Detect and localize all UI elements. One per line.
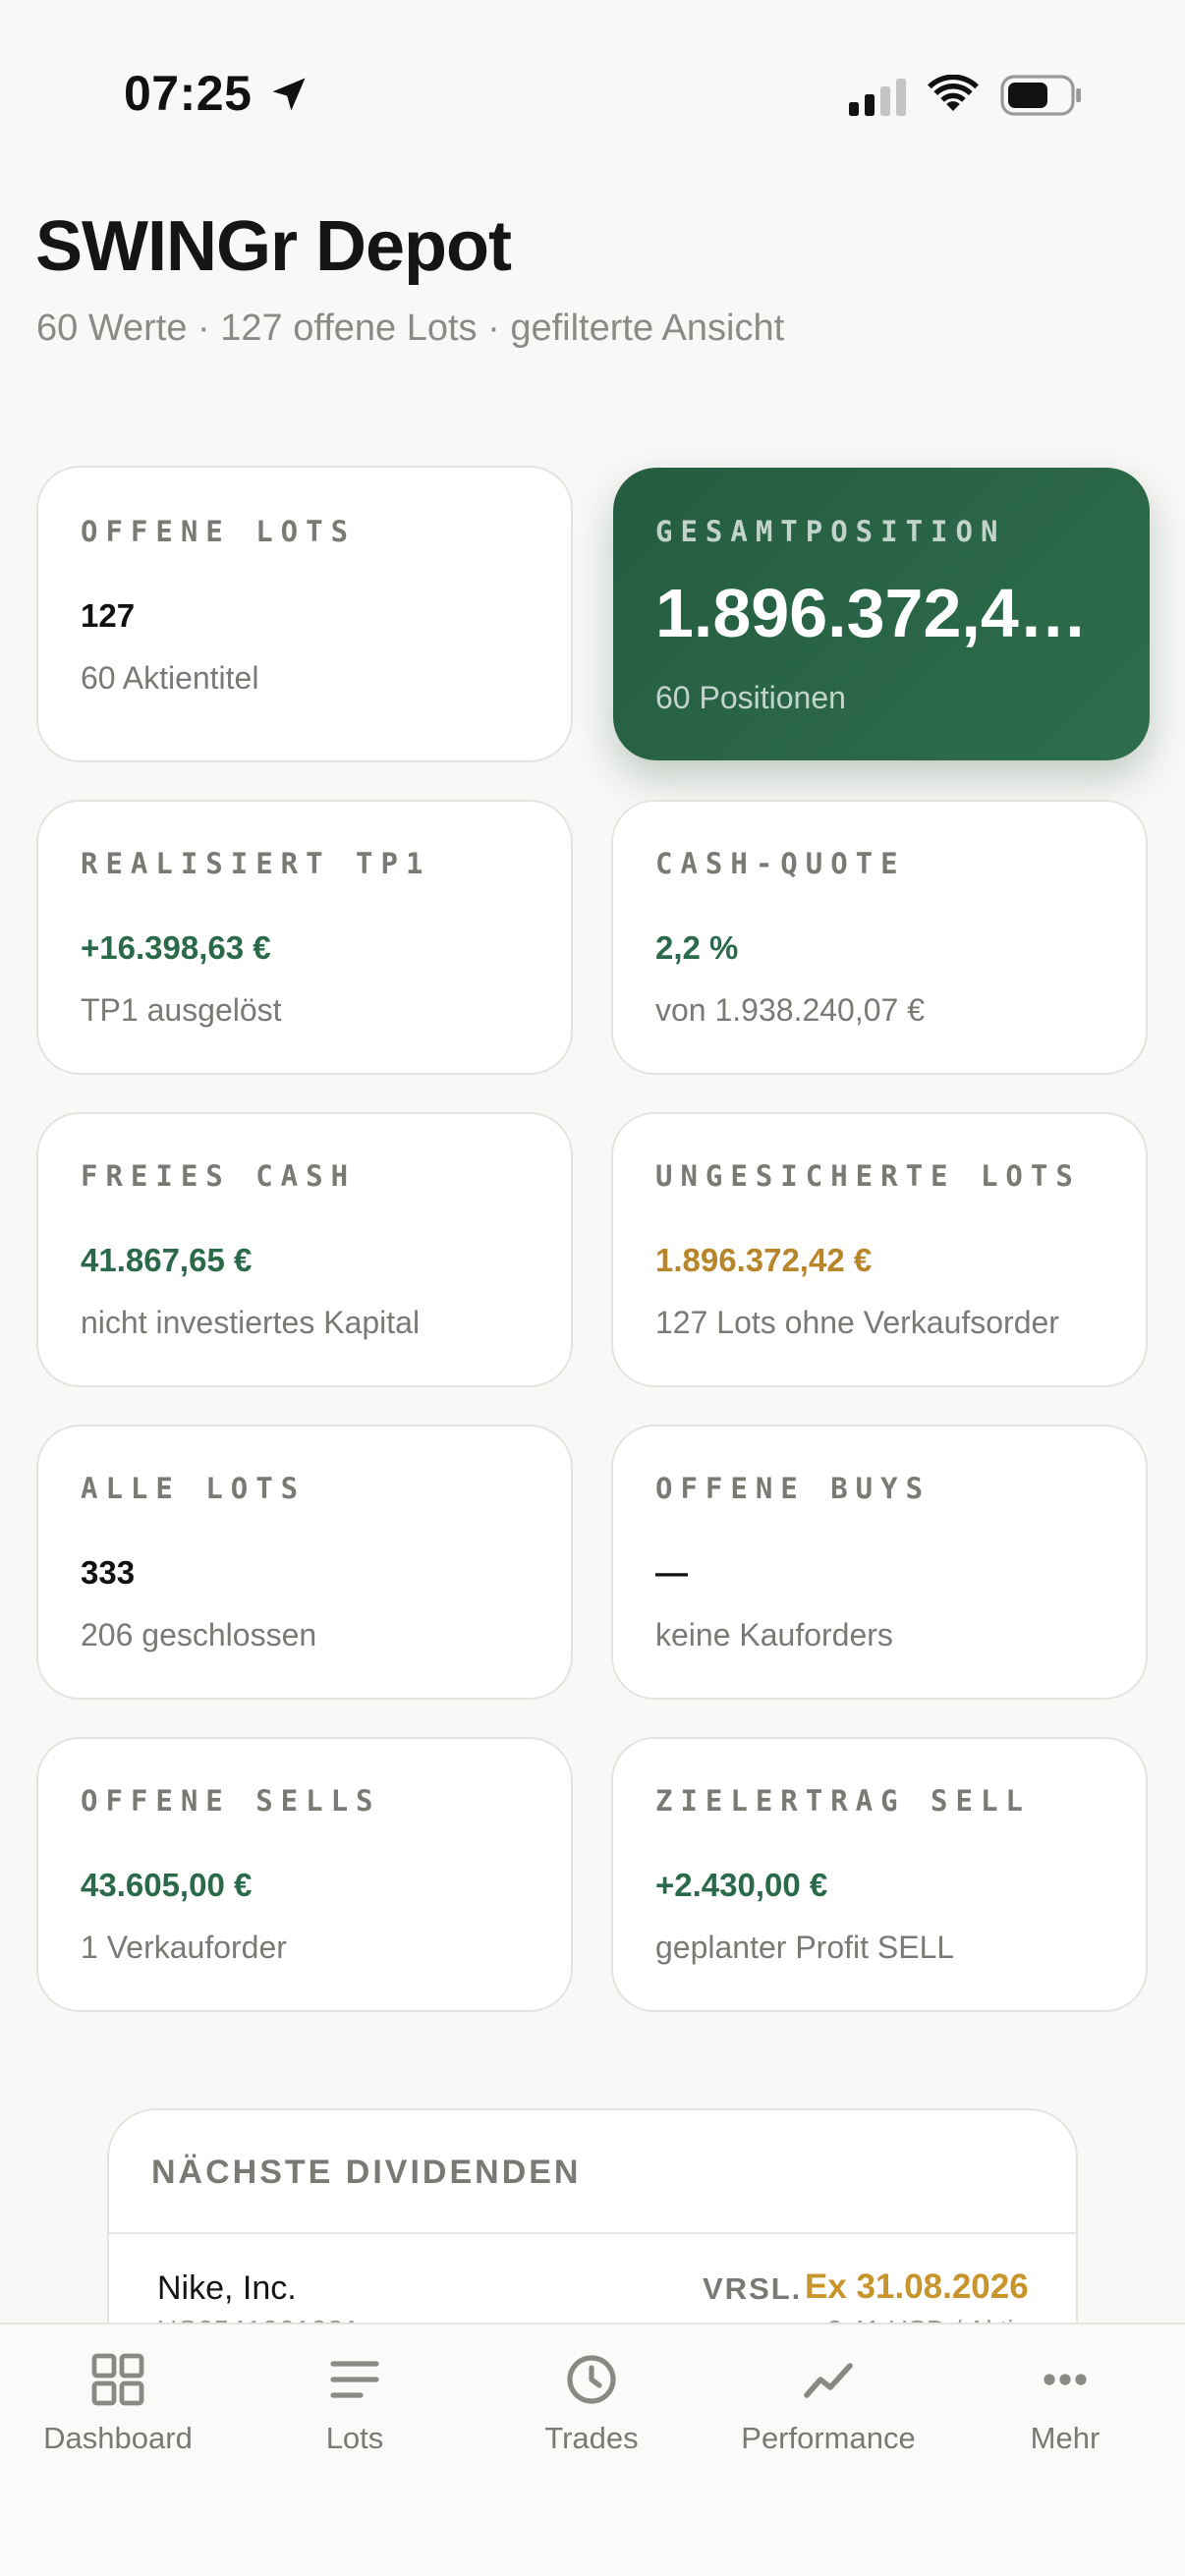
card-realisiert-tp1[interactable]: REALISIERT TP1 +16.398,63 € TP1 ausgelös… (36, 800, 573, 1075)
card-label: ZIELERTRAG SELL (655, 1784, 1031, 1818)
card-subtext: 206 geschlossen (81, 1617, 317, 1652)
card-value: 1.896.372,4… (655, 575, 1088, 651)
dividends-title: NÄCHSTE DIVIDENDEN (151, 2154, 582, 2191)
card-label: OFFENE BUYS (655, 1472, 931, 1505)
tab-label: Lots (325, 2421, 384, 2455)
card-offene-buys[interactable]: OFFENE BUYS — keine Kauforders (611, 1425, 1148, 1700)
card-ungesicherte-lots[interactable]: UNGESICHERTE LOTS 1.896.372,42 € 127 Lot… (611, 1112, 1148, 1387)
card-label: OFFENE LOTS (81, 515, 357, 548)
card-subtext: 127 Lots ohne Verkaufsorder (655, 1305, 1059, 1340)
grid-icon (91, 2353, 144, 2406)
tab-trades[interactable]: Trades (474, 2352, 709, 2470)
tab-dashboard[interactable]: Dashboard (0, 2352, 236, 2470)
card-value: 2,2 % (655, 929, 739, 966)
card-value: 43.605,00 € (81, 1867, 253, 1903)
tab-performance[interactable]: Performance (710, 2352, 946, 2470)
tab-lots[interactable]: Lots (237, 2352, 473, 2470)
card-subtext: von 1.938.240,07 € (655, 992, 926, 1028)
card-gesamtposition[interactable]: GESAMTPOSITION 1.896.372,4… 60 Positione… (613, 468, 1150, 760)
more-icon (1044, 2374, 1087, 2385)
card-alle-lots[interactable]: ALLE LOTS 333 206 geschlossen (36, 1425, 573, 1700)
card-subtext: 60 Positionen (655, 680, 846, 715)
card-zielertrag-sell[interactable]: ZIELERTRAG SELL +2.430,00 € geplanter Pr… (611, 1737, 1148, 2012)
card-value: +16.398,63 € (81, 929, 271, 966)
card-value: — (655, 1554, 688, 1591)
list-icon (330, 2361, 379, 2398)
card-subtext: 1 Verkauforder (81, 1930, 287, 1965)
dividend-ex-date: Ex 31.08.2026 (805, 2268, 1029, 2306)
card-label: ALLE LOTS (81, 1472, 307, 1505)
battery-icon (1000, 75, 1081, 116)
card-subtext: geplanter Profit SELL (655, 1930, 955, 1965)
card-value: 333 (81, 1554, 136, 1591)
card-offene-sells[interactable]: OFFENE SELLS 43.605,00 € 1 Verkauforder (36, 1737, 573, 2012)
card-subtext: 60 Aktientitel (81, 660, 259, 696)
card-label: GESAMTPOSITION (655, 515, 1006, 548)
card-cash-quote[interactable]: CASH-QUOTE 2,2 % von 1.938.240,07 € (611, 800, 1148, 1075)
card-value: 41.867,65 € (81, 1242, 253, 1278)
location-arrow-icon (272, 78, 306, 111)
tab-label: Mehr (1030, 2421, 1100, 2455)
page-subtitle: 60 Werte · 127 offene Lots · gefilterte … (36, 308, 785, 349)
tab-bar: Dashboard Lots Trades Performance Mehr (0, 2323, 1185, 2576)
card-label: OFFENE SELLS (81, 1784, 381, 1818)
trend-icon (804, 2363, 853, 2398)
dividend-company-name: Nike, Inc. (157, 2269, 297, 2307)
tab-label: Performance (741, 2421, 916, 2455)
tab-label: Trades (544, 2421, 639, 2455)
divider (109, 2232, 1076, 2234)
wifi-icon (928, 75, 979, 111)
card-label: FREIES CASH (81, 1159, 357, 1193)
tab-mehr[interactable]: Mehr (947, 2352, 1183, 2470)
card-subtext: nicht investiertes Kapital (81, 1305, 421, 1340)
page-title: SWINGr Depot (35, 207, 512, 286)
card-value: 1.896.372,42 € (655, 1242, 873, 1278)
clock-icon (567, 2355, 616, 2404)
status-bar: 07:25 (0, 0, 1185, 147)
status-time: 07:25 (124, 66, 253, 121)
card-label: UNGESICHERTE LOTS (655, 1159, 1081, 1193)
card-value: 127 (81, 597, 136, 634)
card-label: CASH-QUOTE (655, 847, 906, 880)
card-subtext: keine Kauforders (655, 1617, 893, 1652)
dividend-status-tag: VRSL. (703, 2271, 803, 2306)
card-freies-cash[interactable]: FREIES CASH 41.867,65 € nicht investiert… (36, 1112, 573, 1387)
card-value: +2.430,00 € (655, 1867, 828, 1903)
card-offene-lots[interactable]: OFFENE LOTS 127 60 Aktientitel (36, 466, 573, 762)
cellular-signal-icon (849, 79, 906, 116)
card-label: REALISIERT TP1 (81, 847, 431, 880)
card-subtext: TP1 ausgelöst (81, 992, 282, 1028)
tab-label: Dashboard (43, 2421, 193, 2455)
